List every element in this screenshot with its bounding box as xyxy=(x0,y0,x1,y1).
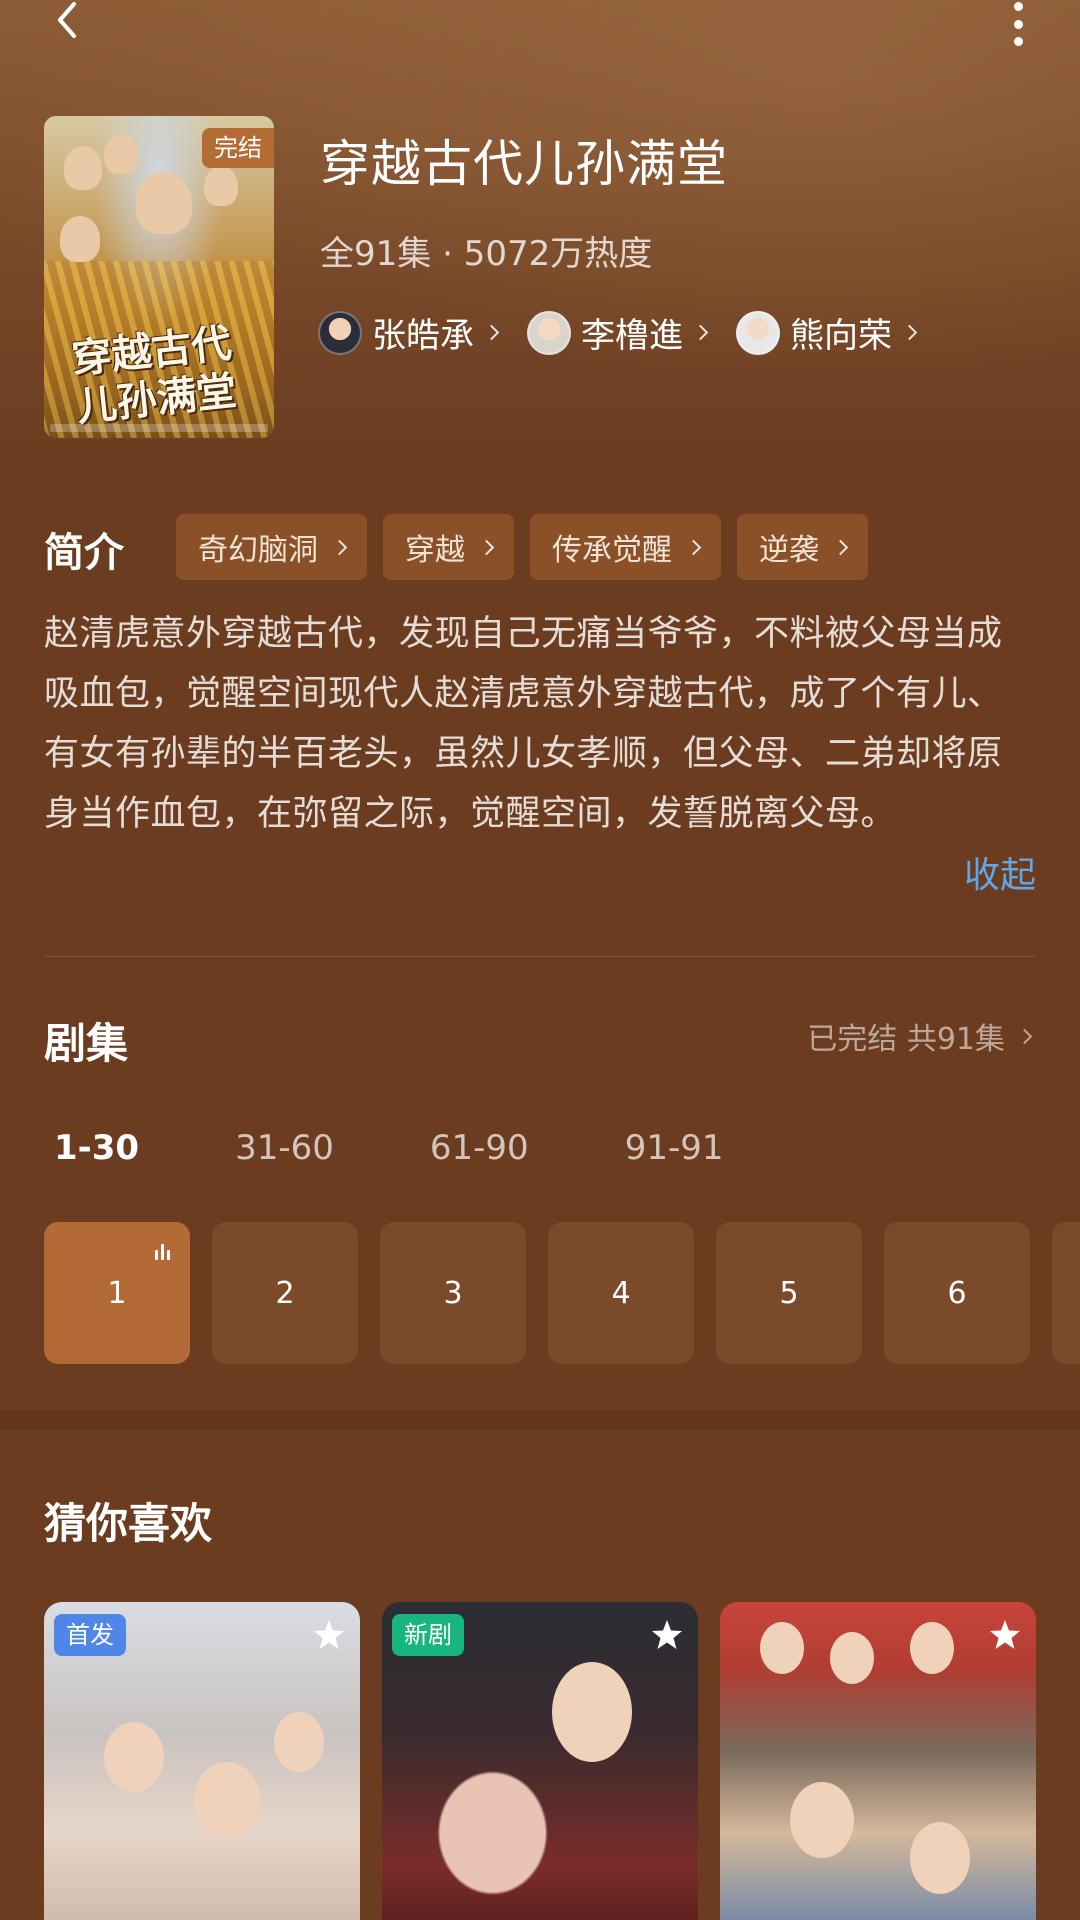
episode-button[interactable]: 5 xyxy=(716,1222,862,1364)
genre-tag-label: 奇幻脑洞 xyxy=(198,533,318,568)
cast-member[interactable]: 熊向荣 xyxy=(736,308,918,357)
tab-range-91-91[interactable]: 91-91 xyxy=(625,1128,724,1168)
episode-button[interactable]: 2 xyxy=(212,1222,358,1364)
episode-button[interactable]: 3 xyxy=(380,1222,526,1364)
poster-face xyxy=(790,1782,854,1858)
episode-button[interactable]: 1 xyxy=(44,1222,190,1364)
recommend-list: 首发 新剧 xyxy=(44,1602,1036,1920)
genre-tag[interactable]: 逆袭 xyxy=(737,514,868,580)
genre-tag[interactable]: 奇幻脑洞 xyxy=(176,514,367,580)
drama-meta: 全91集 · 5072万热度 xyxy=(320,234,653,274)
episode-number: 1 xyxy=(107,1275,127,1311)
poster-figure xyxy=(204,166,238,206)
tab-range-31-60[interactable]: 31-60 xyxy=(235,1128,334,1168)
episode-grid: 1 2 3 4 5 6 xyxy=(44,1222,1080,1364)
description-text: 赵清虎意外穿越古代，发现自己无痛当爷爷，不料被父母当成吸血包，觉醒空间现代人赵清… xyxy=(44,614,1003,834)
status-badge: 完结 xyxy=(202,128,274,168)
more-options-button[interactable] xyxy=(1006,2,1030,46)
avatar xyxy=(736,310,780,355)
poster-face xyxy=(830,1632,874,1684)
recommend-card[interactable]: 首发 xyxy=(44,1602,360,1920)
chevron-right-icon xyxy=(483,324,500,341)
star-icon[interactable] xyxy=(312,1618,346,1652)
recommend-card[interactable] xyxy=(720,1602,1036,1920)
chevron-right-icon xyxy=(901,324,918,341)
genre-tag[interactable]: 传承觉醒 xyxy=(530,514,721,580)
episode-button[interactable]: 4 xyxy=(548,1222,694,1364)
section-divider xyxy=(0,1410,1080,1430)
collapse-link[interactable]: 收起 xyxy=(964,846,1036,898)
poster-figure xyxy=(60,216,100,262)
poster-face xyxy=(194,1762,260,1838)
back-arrow-icon xyxy=(58,2,76,38)
poster-figure xyxy=(104,134,138,174)
avatar xyxy=(527,310,571,355)
poster-face xyxy=(104,1722,164,1792)
episode-number: 5 xyxy=(779,1275,799,1311)
poster-face xyxy=(274,1712,324,1772)
episode-button[interactable]: 6 xyxy=(884,1222,1030,1364)
star-icon[interactable] xyxy=(988,1618,1022,1652)
recommend-heading: 猜你喜欢 xyxy=(44,1499,213,1548)
episodes-status: 已完结 共91集 xyxy=(807,1022,1005,1057)
cast-name: 熊向荣 xyxy=(790,316,892,356)
poster-figure xyxy=(136,172,192,234)
episode-number: 4 xyxy=(611,1275,631,1311)
page-title: 穿越古代儿孙满堂 xyxy=(320,135,728,193)
genre-tag-label: 传承觉醒 xyxy=(552,533,672,568)
poster-credits xyxy=(50,424,268,432)
episode-range-tabs: 1-30 31-60 61-90 91-91 xyxy=(54,1128,819,1168)
episodes-status-link[interactable]: 已完结 共91集 xyxy=(807,1014,1033,1058)
chevron-right-icon xyxy=(692,324,709,341)
drama-poster[interactable]: 穿越古代儿孙满堂 完结 xyxy=(44,116,274,438)
star-icon[interactable] xyxy=(650,1618,684,1652)
episode-button-partial[interactable] xyxy=(1052,1222,1080,1364)
cast-name: 张皓承 xyxy=(372,316,474,356)
poster-face xyxy=(910,1622,954,1674)
genre-tag-label: 逆袭 xyxy=(759,533,819,568)
poster-face xyxy=(552,1662,632,1762)
more-vertical-icon xyxy=(1013,2,1023,11)
tab-range-61-90[interactable]: 61-90 xyxy=(430,1128,529,1168)
tab-range-1-30[interactable]: 1-30 xyxy=(54,1128,139,1168)
avatar xyxy=(318,310,362,355)
episodes-heading: 剧集 xyxy=(44,1019,129,1068)
divider xyxy=(44,956,1036,957)
genre-tags: 奇幻脑洞 穿越 传承觉醒 逆袭 xyxy=(176,514,868,580)
recommend-card[interactable]: 新剧 xyxy=(382,1602,698,1920)
chevron-right-icon xyxy=(1016,1028,1033,1044)
intro-heading: 简介 xyxy=(44,530,124,576)
poster-title-art: 穿越古代儿孙满堂 xyxy=(69,319,239,431)
chevron-right-icon xyxy=(832,539,849,555)
back-button[interactable] xyxy=(48,0,98,40)
chevron-right-icon xyxy=(478,539,495,555)
episode-number: 6 xyxy=(947,1275,967,1311)
poster-face xyxy=(910,1822,970,1894)
cast-member[interactable]: 张皓承 xyxy=(318,308,500,357)
episode-number: 2 xyxy=(275,1275,295,1311)
poster-face xyxy=(760,1622,804,1674)
new-drama-badge: 新剧 xyxy=(392,1614,464,1656)
playing-bars-icon xyxy=(155,1244,170,1260)
genre-tag-label: 穿越 xyxy=(405,533,465,568)
chevron-right-icon xyxy=(685,539,702,555)
poster-figure xyxy=(64,146,102,190)
cast-list: 张皓承 李橹進 熊向荣 xyxy=(318,308,918,357)
premiere-badge: 首发 xyxy=(54,1614,126,1656)
episode-number: 3 xyxy=(443,1275,463,1311)
cast-name: 李橹進 xyxy=(581,316,683,356)
cast-member[interactable]: 李橹進 xyxy=(527,308,709,357)
chevron-right-icon xyxy=(331,539,348,555)
genre-tag[interactable]: 穿越 xyxy=(383,514,514,580)
drama-detail-page: 穿越古代儿孙满堂 完结 穿越古代儿孙满堂 全91集 · 5072万热度 张皓承 … xyxy=(0,0,1080,1920)
